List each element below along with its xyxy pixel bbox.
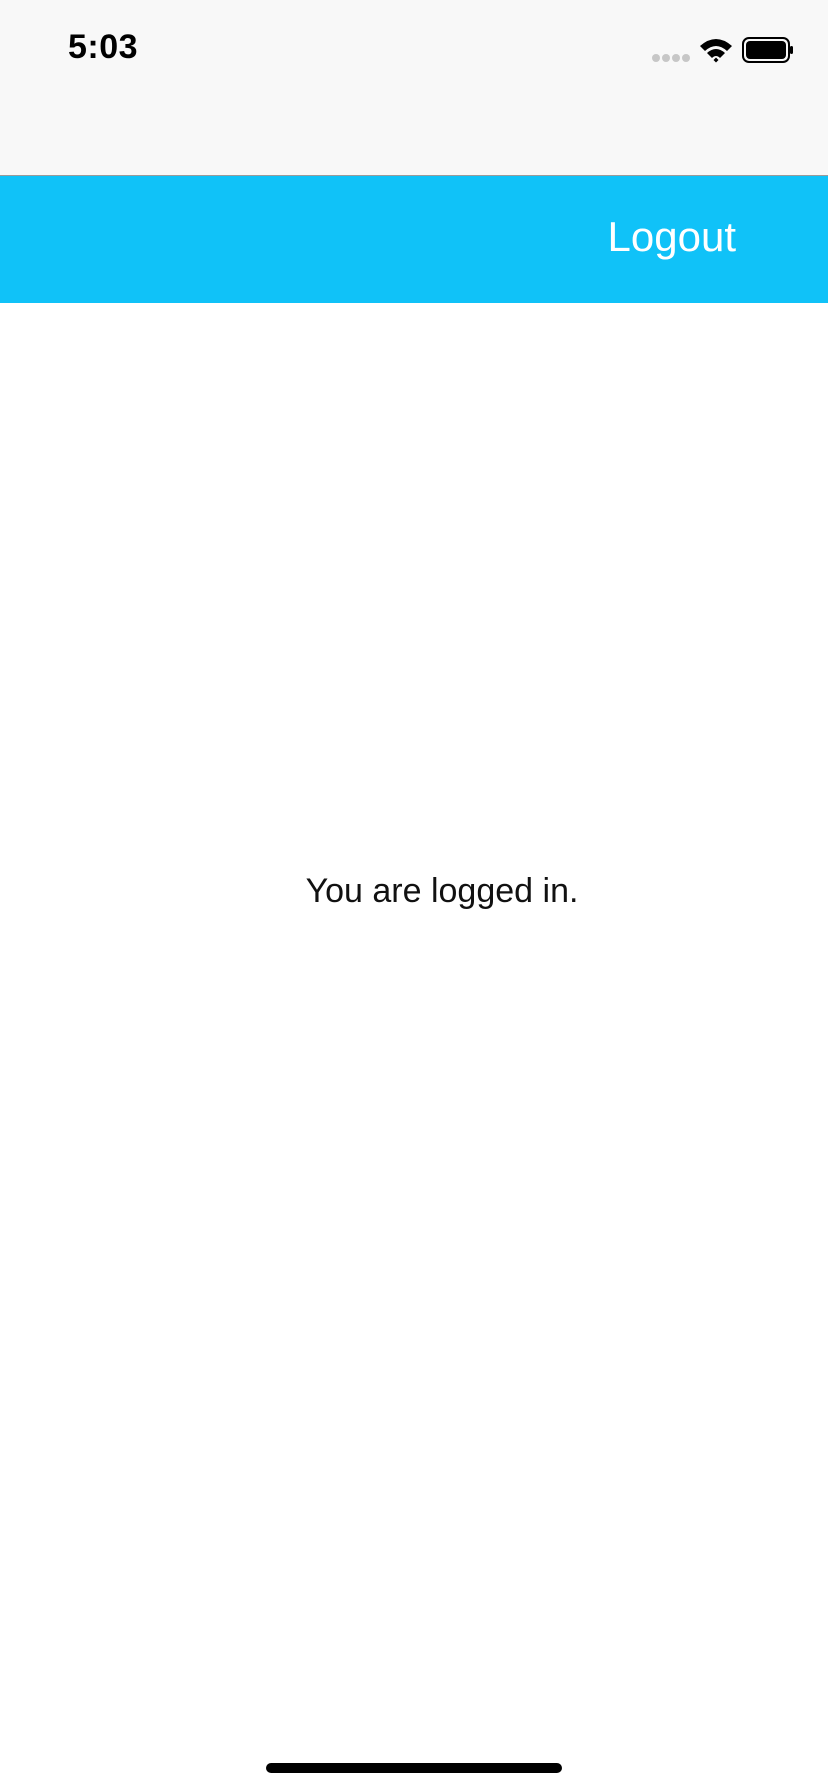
top-navigation-bar: Logout — [0, 176, 828, 303]
cellular-signal-icon — [652, 54, 692, 62]
app-screen: 5:03 Logout You are logged in. — [0, 0, 828, 1792]
wifi-icon — [700, 39, 732, 63]
status-bar: 5:03 — [0, 0, 828, 176]
home-indicator — [266, 1763, 562, 1773]
logout-button[interactable]: Logout — [608, 213, 736, 260]
logged-in-message: You are logged in. — [305, 872, 579, 910]
battery-icon — [742, 37, 793, 63]
status-time: 5:03 — [68, 28, 139, 66]
